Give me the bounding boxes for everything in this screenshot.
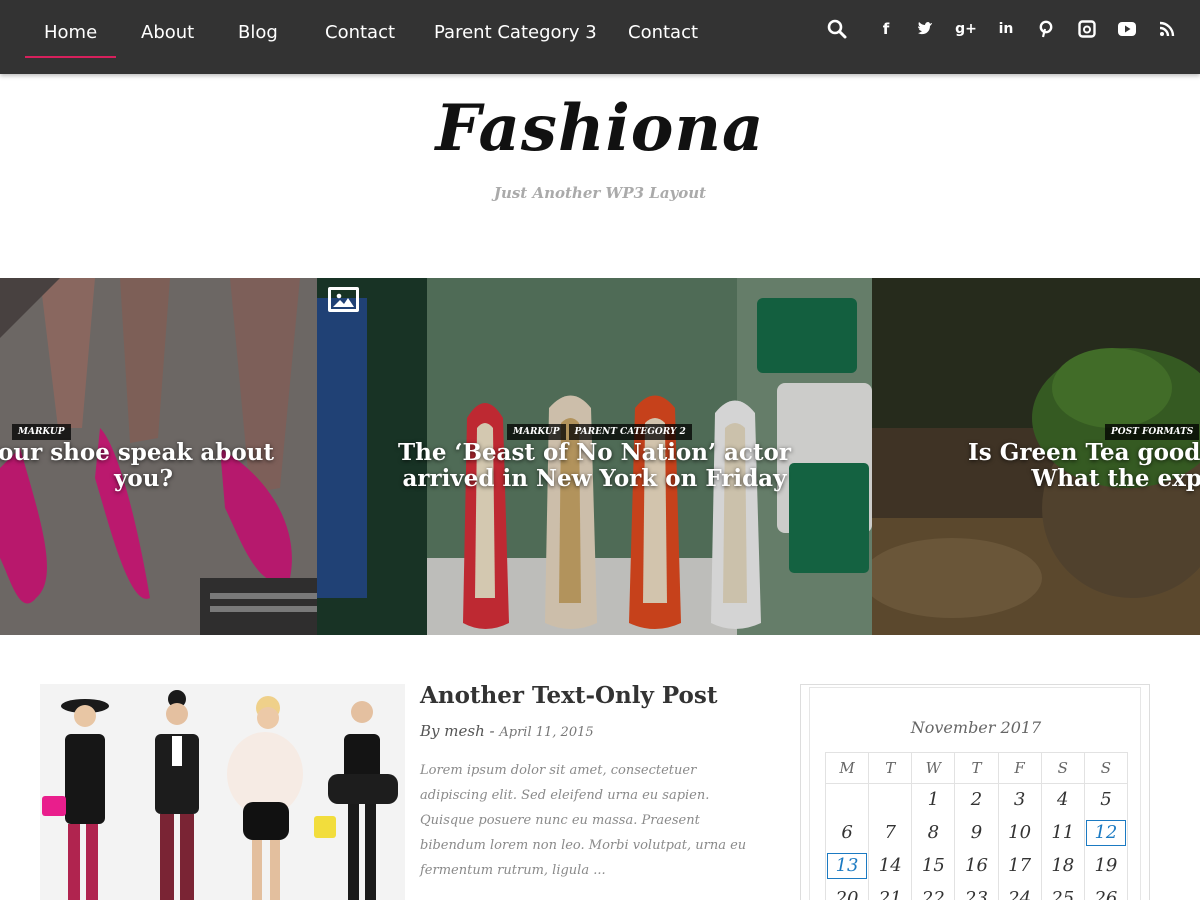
- twitter-icon[interactable]: [915, 18, 937, 40]
- top-navigation-bar: Home About Blog Contact Parent Category …: [0, 0, 1200, 74]
- rss-icon[interactable]: [1156, 18, 1178, 40]
- calendar-day: 15: [911, 849, 956, 883]
- calendar-day: 8: [911, 816, 956, 850]
- calendar-week-row: 1 2 3 4 5: [824, 783, 1129, 817]
- calendar-day: 7: [868, 816, 913, 850]
- weekday-header: W: [911, 752, 956, 784]
- calendar-day: 19: [1083, 849, 1129, 883]
- slide-3-title[interactable]: Is Green Tea good for What the expert: [968, 440, 1200, 492]
- post-date[interactable]: April 11, 2015: [499, 725, 593, 740]
- search-icon[interactable]: [826, 18, 848, 40]
- googleplus-icon[interactable]: g+: [955, 18, 977, 40]
- calendar-day: 5: [1083, 783, 1129, 817]
- slide-3-title-line2[interactable]: What the expert: [974, 465, 1200, 492]
- slide-1-title-line2[interactable]: you?: [99, 465, 173, 492]
- calendar-widget-inner: November 2017 M T W T F S S 1 2 3 4 5 6 …: [809, 687, 1141, 900]
- calendar-day: 17: [997, 849, 1042, 883]
- post-title[interactable]: Another Text-Only Post: [420, 682, 717, 709]
- calendar-day: 10: [997, 816, 1042, 850]
- slide-2-title-line1[interactable]: The ‘Beast of No Nation’ actor: [398, 439, 791, 466]
- calendar-day-empty: [824, 783, 870, 817]
- calendar-day-highlighted[interactable]: 12: [1083, 816, 1129, 850]
- linkedin-icon[interactable]: in: [995, 18, 1017, 40]
- pinterest-icon[interactable]: [1035, 18, 1057, 40]
- calendar-week-row: 6 7 8 9 10 11 12: [824, 816, 1129, 850]
- calendar-day: 24: [997, 882, 1042, 900]
- post-thumbnail-image: [40, 684, 405, 900]
- slide-1-title[interactable]: our shoe speak about you?: [0, 440, 274, 492]
- weekday-header: S: [1040, 752, 1085, 784]
- category-tag[interactable]: Parent Category 2: [568, 424, 692, 440]
- slide-2-title-line2[interactable]: arrived in New York on Friday: [403, 465, 787, 492]
- category-tag[interactable]: Post Formats: [1105, 424, 1200, 440]
- calendar-day: 26: [1083, 882, 1129, 900]
- calendar-day: 2: [954, 783, 999, 817]
- calendar-day: 14: [868, 849, 913, 883]
- weekday-header: S: [1083, 752, 1129, 784]
- slide-3[interactable]: Post Formats Is Green Tea good for What …: [872, 278, 1200, 635]
- calendar-widget: November 2017 M T W T F S S 1 2 3 4 5 6 …: [800, 684, 1150, 900]
- weekday-header: M: [824, 752, 870, 784]
- site-logo-title[interactable]: Fashiona: [0, 84, 1200, 174]
- calendar-day: 6: [824, 816, 870, 850]
- image-icon: [328, 287, 359, 312]
- calendar-weekday-row: M T W T F S S: [824, 752, 1129, 784]
- post-meta-separator: -: [489, 722, 495, 740]
- post-thumbnail[interactable]: [40, 684, 405, 900]
- slide-1-tags: Markup: [12, 424, 74, 440]
- weekday-header: T: [868, 752, 913, 784]
- featured-slider: Markup our shoe speak about you?: [0, 278, 1200, 635]
- category-tag[interactable]: Markup: [12, 424, 71, 440]
- slide-1[interactable]: Markup our shoe speak about you?: [0, 278, 317, 635]
- site-tagline: Just Another WP3 Layout: [493, 184, 707, 202]
- post-meta: By mesh - April 11, 2015: [420, 722, 594, 740]
- calendar-day: 21: [868, 882, 913, 900]
- calendar-day-empty: [868, 783, 913, 817]
- instagram-icon[interactable]: [1076, 18, 1098, 40]
- calendar-day: 16: [954, 849, 999, 883]
- social-icons: f g+ in: [0, 18, 1200, 40]
- calendar-week-row: 20 21 22 23 24 25 26: [824, 882, 1129, 900]
- calendar-day: 20: [824, 882, 870, 900]
- post-excerpt: Lorem ipsum dolor sit amet, consectetuer…: [420, 763, 747, 878]
- youtube-icon[interactable]: [1116, 18, 1138, 40]
- calendar-caption: November 2017: [910, 718, 1042, 737]
- weekday-header: T: [954, 752, 999, 784]
- slide-2-title[interactable]: The ‘Beast of No Nation’ actor arrived i…: [317, 440, 872, 492]
- calendar-day-highlighted[interactable]: 13: [824, 849, 870, 883]
- calendar-day: 18: [1040, 849, 1085, 883]
- weekday-header: F: [997, 752, 1042, 784]
- calendar-day: 1: [911, 783, 956, 817]
- calendar-day: 9: [954, 816, 999, 850]
- post-author[interactable]: By mesh: [420, 722, 485, 740]
- calendar-day: 3: [997, 783, 1042, 817]
- slide-1-title-line1[interactable]: our shoe speak about: [0, 439, 274, 466]
- calendar-day: 11: [1040, 816, 1085, 850]
- calendar-day: 23: [954, 882, 999, 900]
- calendar-table: M T W T F S S 1 2 3 4 5 6 7 8 9 10 11 12…: [824, 752, 1129, 900]
- calendar-day: 25: [1040, 882, 1085, 900]
- slide-3-tags: Post Formats: [1105, 424, 1200, 440]
- calendar-week-row: 13 14 15 16 17 18 19: [824, 849, 1129, 883]
- slide-2[interactable]: Markup Parent Category 2 The ‘Beast of N…: [317, 278, 872, 635]
- calendar-day: 22: [911, 882, 956, 900]
- calendar-day: 4: [1040, 783, 1085, 817]
- category-tag[interactable]: Markup: [507, 424, 566, 440]
- facebook-icon[interactable]: f: [875, 18, 897, 40]
- slide-3-title-line1[interactable]: Is Green Tea good for: [968, 439, 1200, 466]
- slide-2-tags: Markup Parent Category 2: [507, 424, 695, 440]
